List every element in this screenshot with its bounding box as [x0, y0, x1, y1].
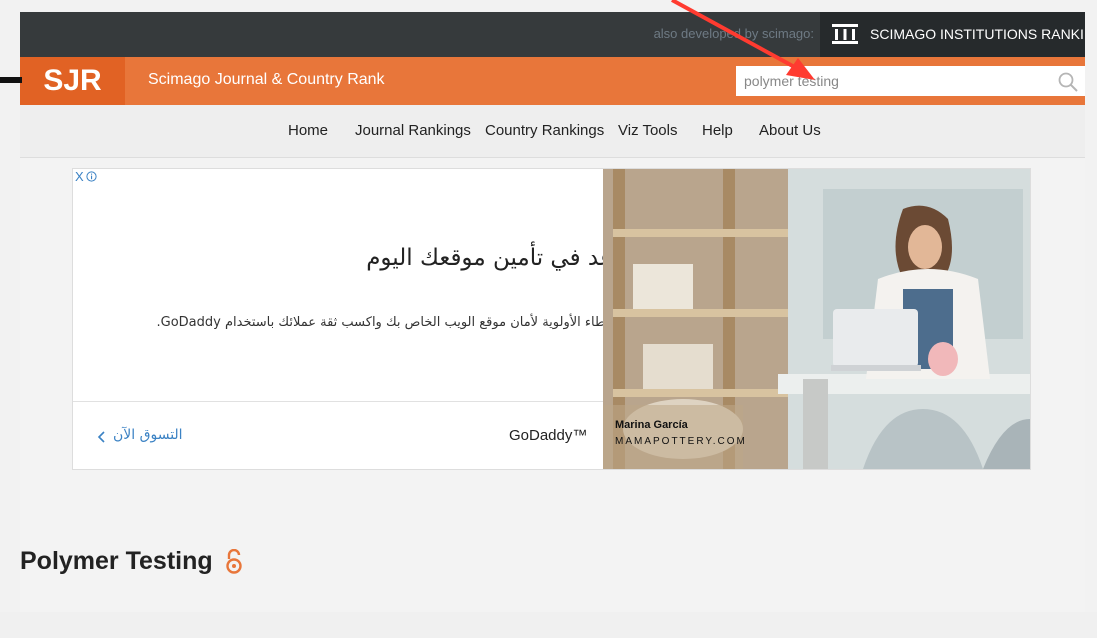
header-bar: SJR Scimago Journal & Country Rank: [20, 57, 1085, 105]
search-input[interactable]: [736, 66, 1054, 96]
frame-bottom: [0, 612, 1097, 638]
ad-subtext: قم بإعطاء الأولوية لأمان موقع الويب الخا…: [156, 315, 640, 330]
main-nav: Home Journal Rankings Country Rankings V…: [20, 105, 1085, 158]
ad-headline: ساعد في تأمين موقعك اليوم: [366, 245, 640, 271]
institutions-rankings-link[interactable]: SCIMAGO INSTITUTIONS RANKINGS: [820, 12, 1085, 57]
frame-left: [0, 0, 20, 638]
nav-country-rankings[interactable]: Country Rankings: [485, 122, 604, 139]
top-bar: also developed by scimago: SCIMAGO INSTI…: [20, 12, 1085, 57]
developed-by-text: also developed by scimago:: [653, 26, 814, 41]
page-title: Polymer Testing: [20, 547, 213, 575]
ad-caption-site: MAMAPOTTERY.COM: [615, 436, 747, 447]
ad-close-button[interactable]: X: [75, 169, 84, 184]
nav-help[interactable]: Help: [702, 122, 733, 139]
nav-home[interactable]: Home: [288, 122, 328, 139]
search-box: [736, 66, 1085, 96]
ad-caption-name: Marina García: [615, 419, 688, 431]
ad-divider: [73, 401, 603, 402]
chevron-left-icon[interactable]: [97, 431, 107, 443]
institutions-rankings-label: SCIMAGO INSTITUTIONS RANKINGS: [870, 26, 1085, 42]
nav-about-us[interactable]: About Us: [759, 122, 821, 139]
open-access-icon: [226, 549, 242, 574]
nav-journal-rankings[interactable]: Journal Rankings: [355, 122, 471, 139]
columns-building-icon: [832, 24, 858, 44]
advertisement[interactable]: X ساعد في تأمين موقعك اليوم قم بإعطاء ال…: [72, 168, 1031, 470]
ad-brand: GoDaddy™: [509, 427, 588, 444]
info-icon[interactable]: [86, 171, 97, 182]
sjr-logo[interactable]: SJR: [20, 57, 125, 105]
frame-right: [1085, 0, 1097, 638]
nav-viz-tools[interactable]: Viz Tools: [618, 122, 677, 139]
site-title[interactable]: Scimago Journal & Country Rank: [148, 71, 385, 89]
left-edge-marker: [0, 77, 22, 83]
ad-cta-link[interactable]: التسوق الآن: [113, 427, 183, 443]
page: also developed by scimago: SCIMAGO INSTI…: [20, 12, 1085, 612]
search-icon[interactable]: [1057, 71, 1079, 93]
frame-top: [0, 0, 1097, 12]
